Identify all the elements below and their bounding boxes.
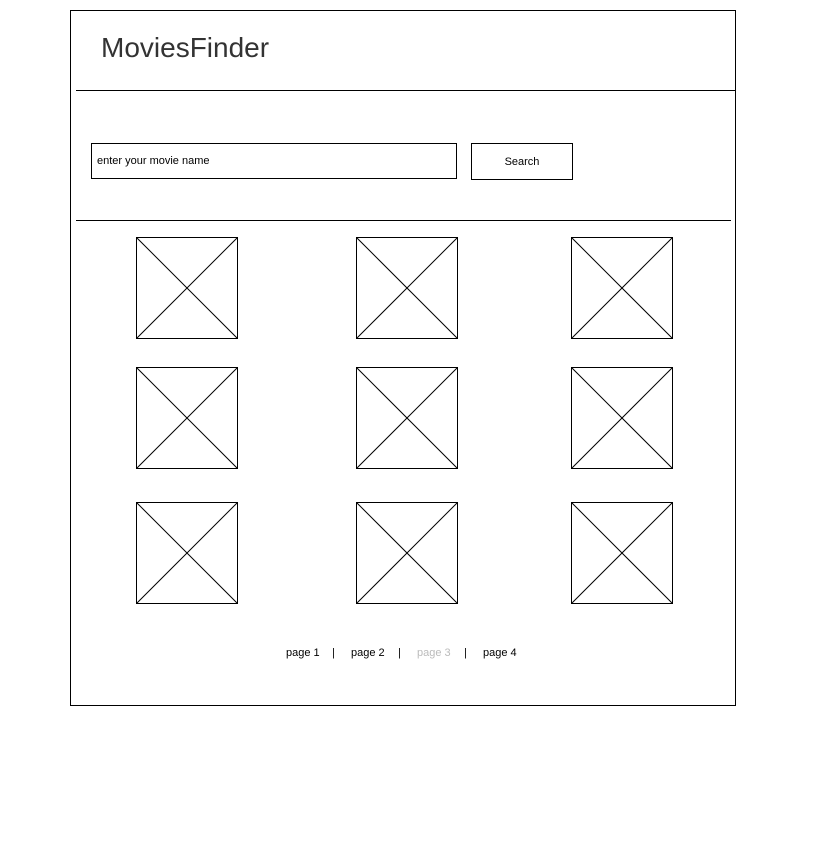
image-placeholder-icon: [572, 368, 672, 468]
page-separator: |: [464, 647, 467, 659]
page-link-4[interactable]: page 4: [483, 645, 517, 661]
search-button[interactable]: Search: [471, 143, 573, 180]
image-placeholder-icon: [357, 503, 457, 603]
movie-result-item[interactable]: [356, 502, 458, 604]
pagination: page 1 | page 2 | page 3 | page 4: [0, 645, 827, 661]
movie-result-item[interactable]: [356, 367, 458, 469]
header-divider: [76, 90, 735, 91]
app-title: MoviesFinder: [101, 32, 270, 63]
image-placeholder-icon: [572, 238, 672, 338]
image-placeholder-icon: [357, 238, 457, 338]
movie-result-item[interactable]: [136, 367, 238, 469]
movie-result-item[interactable]: [571, 502, 673, 604]
image-placeholder-icon: [572, 503, 672, 603]
movie-result-item[interactable]: [136, 502, 238, 604]
image-placeholder-icon: [137, 503, 237, 603]
page-separator: |: [332, 647, 335, 659]
movie-result-item[interactable]: [136, 237, 238, 339]
movie-result-item[interactable]: [571, 367, 673, 469]
movie-result-item[interactable]: [356, 237, 458, 339]
movie-result-item[interactable]: [571, 237, 673, 339]
page-link-2[interactable]: page 2: [351, 645, 385, 661]
image-placeholder-icon: [137, 368, 237, 468]
page-separator: |: [398, 647, 401, 659]
image-placeholder-icon: [357, 368, 457, 468]
movie-search-input[interactable]: [91, 143, 457, 179]
page-link-3: page 3: [417, 647, 451, 659]
page-link-1[interactable]: page 1: [286, 645, 320, 661]
image-placeholder-icon: [137, 238, 237, 338]
search-divider: [76, 220, 731, 221]
